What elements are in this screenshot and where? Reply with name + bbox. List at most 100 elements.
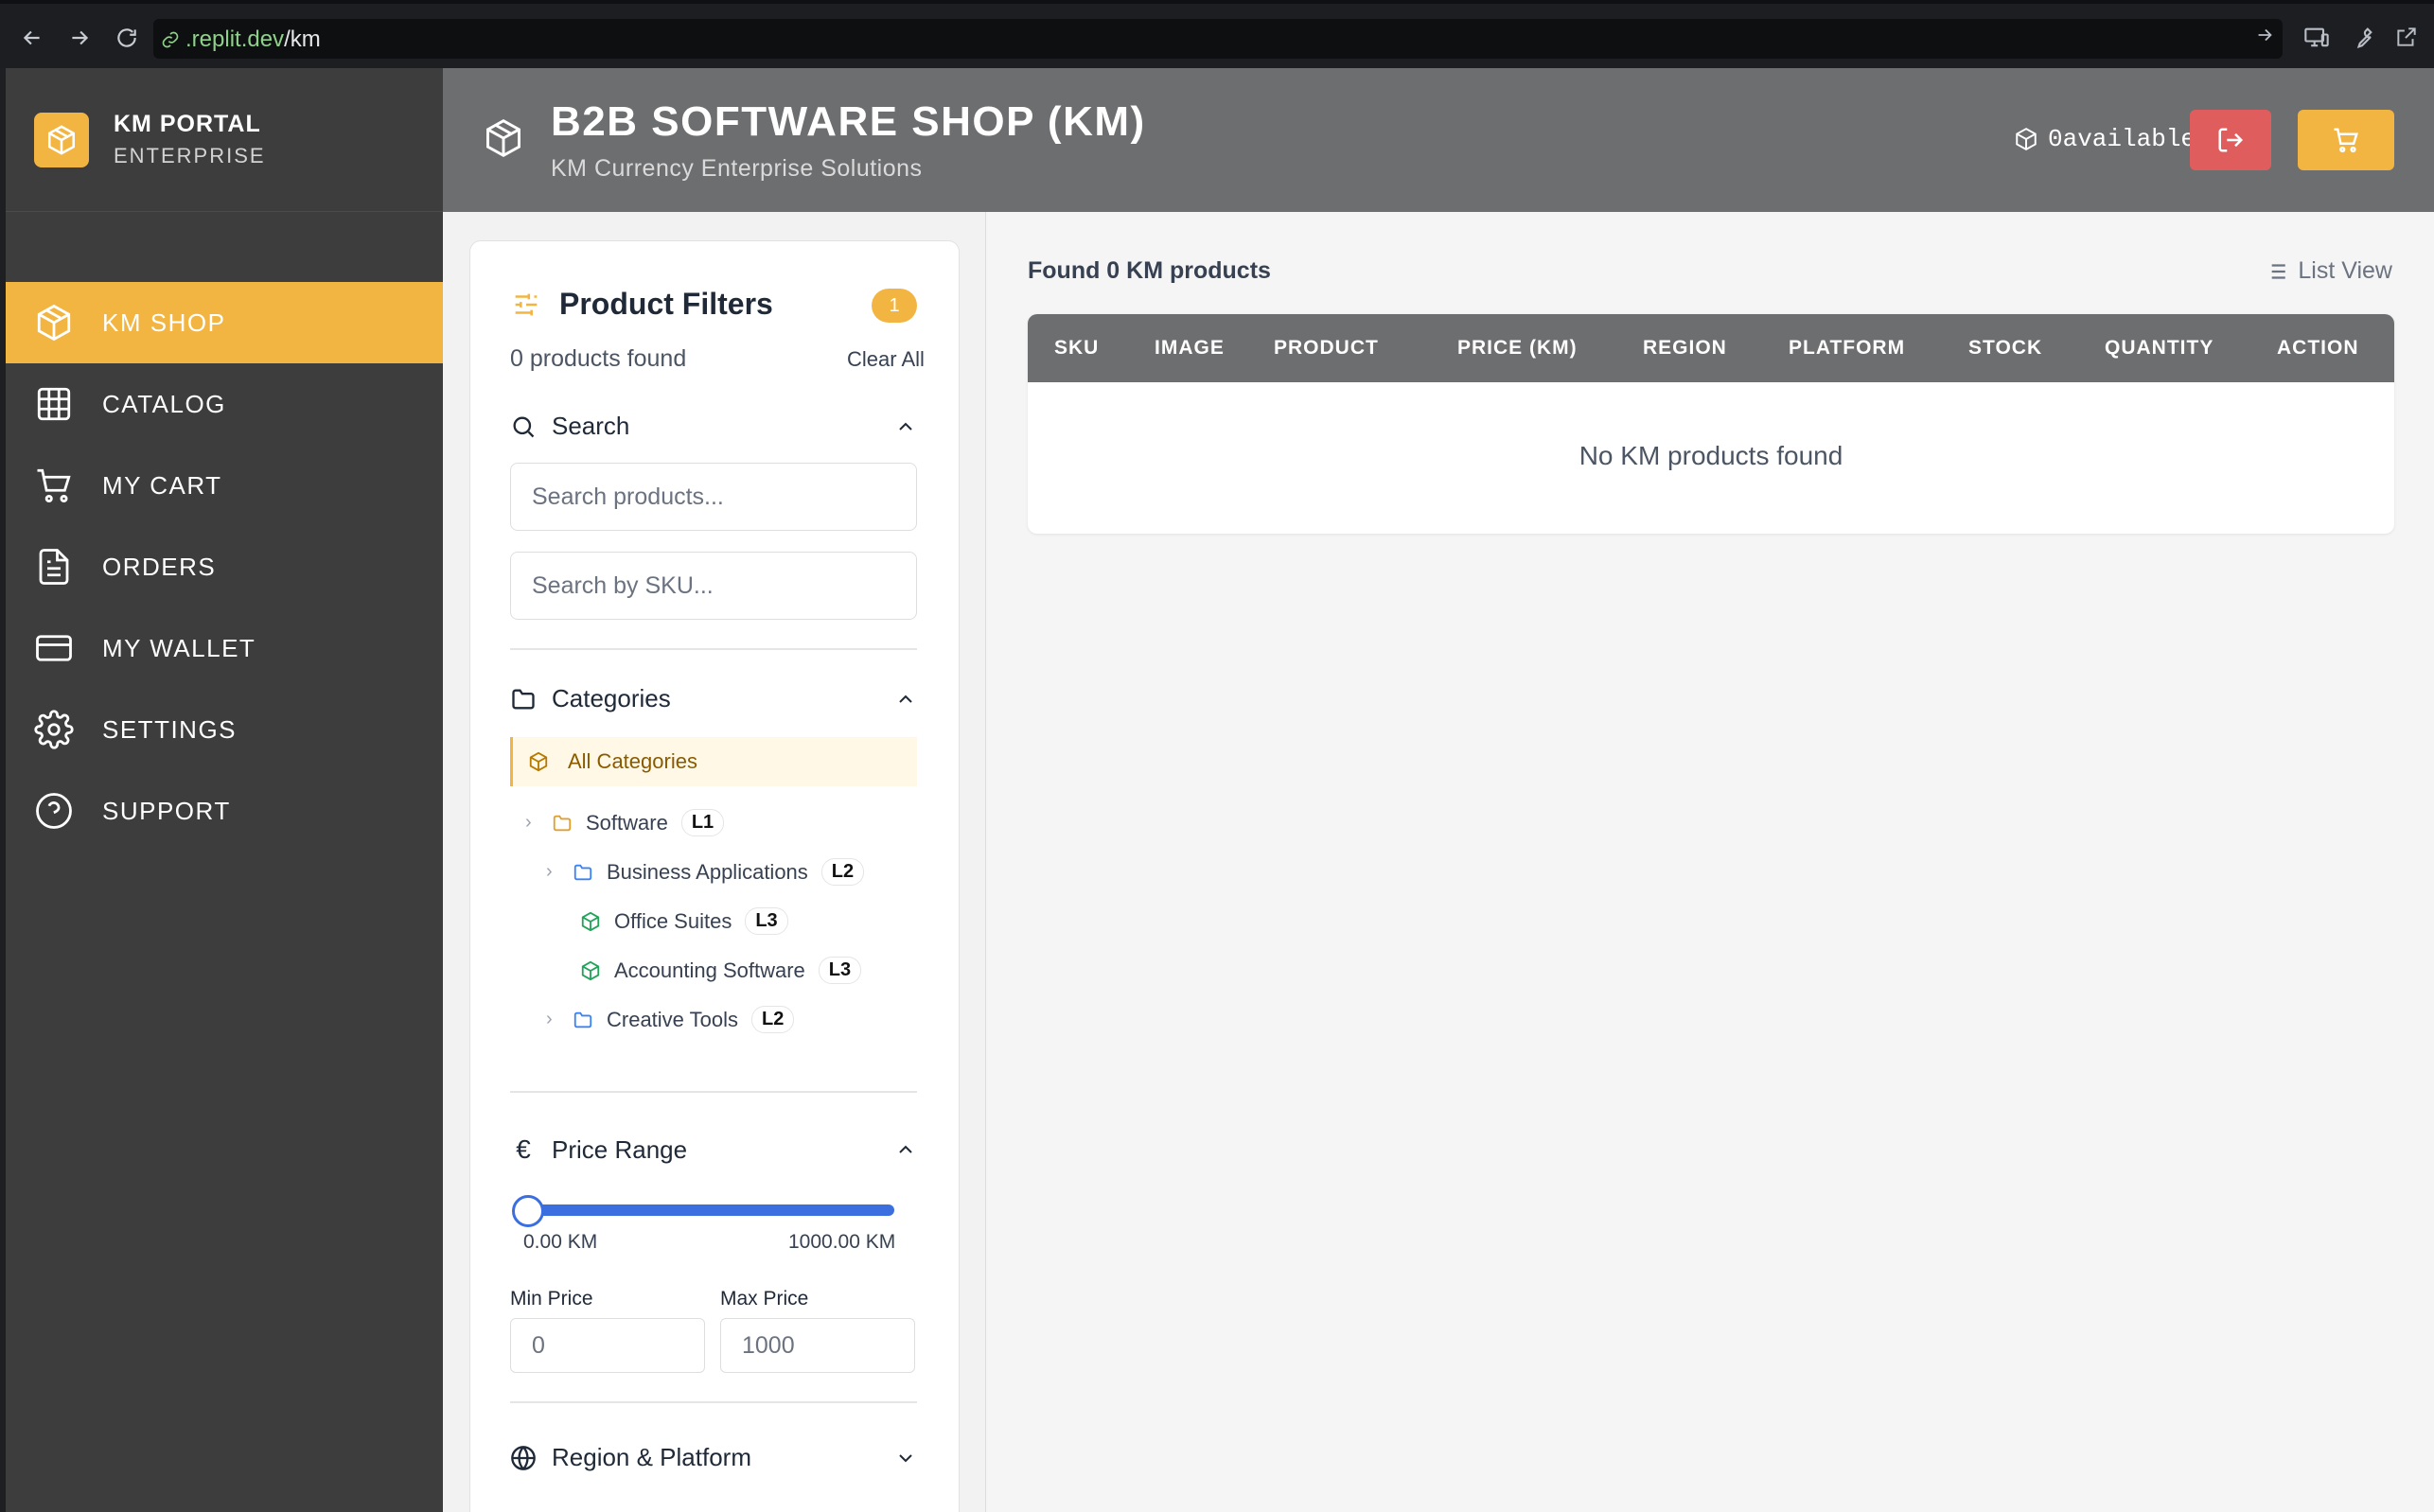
column-header-product[interactable]: PRODUCT [1274, 337, 1379, 360]
price-slider-track[interactable] [529, 1204, 894, 1216]
help-circle-icon [36, 793, 72, 829]
divider [510, 1401, 917, 1403]
brand: KM PORTAL ENTERPRISE [6, 68, 443, 212]
sidebar-item-support[interactable]: SUPPORT [6, 770, 443, 852]
chevron-up-icon[interactable] [894, 415, 917, 438]
price-min-label: 0.00 KM [523, 1231, 598, 1253]
category-label: Office Suites [614, 908, 732, 933]
page-title: B2B SOFTWARE SHOP (KM) [551, 98, 1146, 145]
category-label: Creative Tools [607, 1007, 738, 1031]
search-sku-input[interactable] [510, 552, 917, 620]
sidebar-item-my-cart[interactable]: MY CART [6, 445, 443, 526]
url-text[interactable]: .replit.dev/km [161, 26, 321, 53]
credit-card-icon [36, 635, 72, 661]
column-header-region[interactable]: REGION [1643, 337, 1727, 360]
external-link-icon[interactable] [2394, 25, 2423, 53]
category-software[interactable]: › Software L1 [525, 809, 725, 836]
cart-icon [37, 468, 71, 503]
sidebar-item-orders[interactable]: ORDERS [6, 526, 443, 607]
chevron-right-icon[interactable]: › [546, 1009, 559, 1030]
chevron-right-icon[interactable]: › [525, 812, 538, 834]
table-header: SKU IMAGE PRODUCT PRICE (KM) REGION PLAT… [1028, 314, 2394, 382]
go-arrow-icon[interactable] [2254, 25, 2283, 53]
products-table: SKU IMAGE PRODUCT PRICE (KM) REGION PLAT… [1028, 314, 2394, 534]
filters-header: Product Filters [510, 287, 773, 322]
sidebar: KM PORTAL ENTERPRISE KM SHOP CATALOG MY … [6, 68, 443, 1512]
availability-text: 0available [2048, 125, 2196, 153]
level-badge: L2 [820, 858, 865, 886]
region-section-title: Region & Platform [552, 1443, 751, 1471]
page-header: B2B SOFTWARE SHOP (KM) KM Currency Enter… [443, 68, 2434, 212]
region-section-header[interactable]: Region & Platform [510, 1443, 917, 1472]
divider [510, 648, 917, 650]
chevron-up-icon[interactable] [894, 688, 917, 711]
chevron-down-icon[interactable] [894, 1447, 917, 1469]
cart-button[interactable] [2298, 110, 2394, 170]
level-badge: L1 [680, 809, 725, 836]
sidebar-item-label: CATALOG [102, 389, 226, 418]
search-products-input[interactable] [510, 463, 917, 531]
sliders-icon [515, 293, 538, 315]
package-icon [581, 960, 600, 980]
column-header-image[interactable]: IMAGE [1155, 337, 1225, 360]
column-header-price[interactable]: PRICE (KM) [1457, 337, 1578, 360]
reload-icon[interactable] [112, 23, 142, 53]
euro-icon: € [516, 1134, 531, 1164]
category-accounting-software[interactable]: Accounting Software L3 [580, 957, 862, 984]
categories-section-header[interactable]: Categories [510, 684, 917, 713]
sidebar-item-my-wallet[interactable]: MY WALLET [6, 607, 443, 689]
chevron-right-icon[interactable]: › [546, 861, 559, 883]
clear-all-button[interactable]: Clear All [847, 347, 925, 372]
page-subtitle: KM Currency Enterprise Solutions [551, 155, 923, 182]
filter-count-badge: 1 [872, 289, 917, 323]
document-icon [39, 549, 69, 585]
categories-section-title: Categories [552, 684, 671, 712]
sidebar-item-catalog[interactable]: CATALOG [6, 363, 443, 445]
max-price-input[interactable]: 1000 [720, 1318, 915, 1373]
category-creative-tools[interactable]: › Creative Tools L2 [546, 1006, 795, 1033]
price-slider-thumb[interactable] [512, 1195, 544, 1227]
column-header-quantity[interactable]: QUANTITY [2105, 337, 2214, 360]
sidebar-item-settings[interactable]: SETTINGS [6, 689, 443, 770]
divider [510, 1091, 917, 1093]
category-label: Software [586, 810, 668, 835]
list-view-toggle[interactable]: List View [2264, 257, 2392, 285]
category-business-applications[interactable]: › Business Applications L2 [546, 858, 865, 886]
devices-icon[interactable] [2303, 25, 2332, 53]
sidebar-item-label: MY WALLET [102, 633, 256, 662]
category-all-label: All Categories [568, 749, 697, 773]
min-price-input[interactable]: 0 [510, 1318, 705, 1373]
back-arrow-icon[interactable] [17, 23, 47, 53]
url-domain: .replit.dev [185, 26, 285, 52]
filters-title: Product Filters [559, 287, 773, 321]
sidebar-item-label: KM SHOP [102, 308, 226, 337]
address-bar[interactable] [153, 19, 2283, 59]
chevron-up-icon[interactable] [894, 1138, 917, 1161]
level-badge: L2 [751, 1006, 795, 1033]
filter-panel: Product Filters 1 0 products found Clear… [443, 212, 986, 1512]
package-icon [486, 118, 520, 158]
brand-title: KM PORTAL [114, 111, 261, 137]
filter-card: Product Filters 1 0 products found Clear… [469, 240, 960, 1512]
column-header-action[interactable]: ACTION [2277, 337, 2359, 360]
search-icon [513, 416, 535, 437]
wrench-icon[interactable] [2349, 25, 2377, 53]
globe-icon [511, 1445, 536, 1470]
column-header-sku[interactable]: SKU [1054, 337, 1099, 360]
folder-icon [573, 864, 592, 880]
category-all[interactable]: All Categories [510, 737, 917, 786]
search-section-title: Search [552, 412, 630, 440]
sidebar-item-km-shop[interactable]: KM SHOP [6, 282, 443, 363]
forward-arrow-icon[interactable] [64, 23, 95, 53]
package-icon [529, 751, 548, 772]
cart-icon [2334, 128, 2358, 153]
price-section-header[interactable]: € Price Range [510, 1134, 917, 1165]
logout-button[interactable] [2190, 110, 2271, 170]
category-office-suites[interactable]: Office Suites L3 [580, 907, 788, 935]
folder-icon [573, 1011, 592, 1028]
search-section-header[interactable]: Search [510, 412, 917, 441]
main-content: Found 0 KM products List View SKU IMAGE … [986, 212, 2434, 1512]
browser-toolbar: .replit.dev/km [0, 0, 2434, 68]
column-header-platform[interactable]: PLATFORM [1789, 337, 1905, 360]
column-header-stock[interactable]: STOCK [1968, 337, 2042, 360]
